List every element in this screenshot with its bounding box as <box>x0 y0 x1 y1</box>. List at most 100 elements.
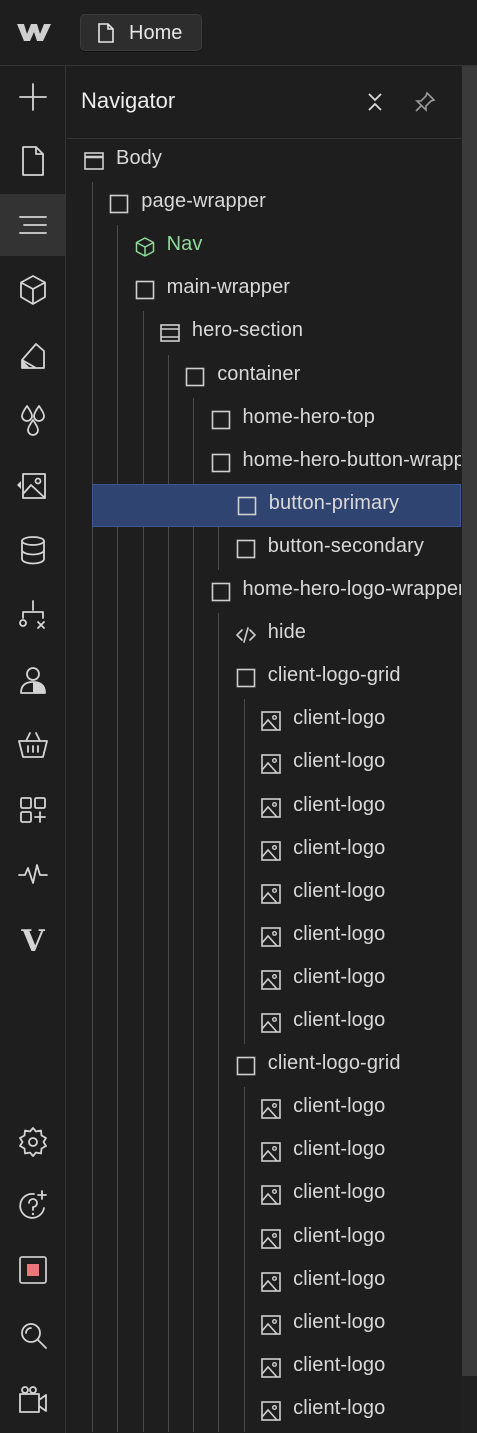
pin-icon[interactable] <box>413 90 437 114</box>
settings-button[interactable] <box>0 1110 66 1172</box>
image-icon <box>261 711 281 732</box>
record-button[interactable] <box>0 1239 66 1301</box>
tree-item-client-logo[interactable]: client-logo <box>67 1260 461 1303</box>
top-bar: Home <box>0 0 477 66</box>
component-icon <box>135 237 154 257</box>
image-icon <box>261 1142 281 1163</box>
audits-button[interactable] <box>0 843 66 905</box>
users-button[interactable] <box>0 649 66 711</box>
tree-item-label: client-logo <box>293 965 386 988</box>
style-selectors-button[interactable] <box>0 324 66 386</box>
tree-item-label: client-logo <box>293 922 386 945</box>
navigator-button[interactable] <box>0 194 66 256</box>
tree-item-client-logo-grid[interactable]: client-logo-grid <box>67 656 461 699</box>
div-icon <box>135 280 154 300</box>
tree-item-client-logo[interactable]: client-logo <box>67 1001 461 1044</box>
ecommerce-button[interactable] <box>0 714 66 776</box>
variables-button[interactable] <box>0 388 66 450</box>
tree-item-client-logo[interactable]: client-logo <box>67 699 461 742</box>
logic-button[interactable] <box>0 584 66 646</box>
tree-item-client-logo[interactable]: client-logo <box>67 958 461 1001</box>
tree-item-client-logo[interactable]: client-logo <box>67 742 461 785</box>
tree-item-label: button-secondary <box>267 534 424 557</box>
navigator-panel: Navigator Body page-wrapper Nav main-wrappe… <box>67 66 477 1433</box>
add-icon <box>19 83 47 111</box>
tree-item-client-logo[interactable]: client-logo <box>67 1346 461 1389</box>
tree-item-home-hero-top[interactable]: home-hero-top <box>67 398 461 441</box>
div-icon <box>211 582 230 602</box>
tree-item-main-wrapper[interactable]: main-wrapper <box>67 268 461 311</box>
div-icon <box>236 668 256 688</box>
tree-item-home-hero-logo-wrapper[interactable]: home-hero-logo-wrapper <box>67 570 461 613</box>
record-icon <box>19 1256 47 1284</box>
tree-item-client-logo[interactable]: client-logo <box>67 1173 461 1216</box>
help-button[interactable] <box>0 1174 66 1236</box>
cms-icon <box>21 536 45 565</box>
tree-item-client-logo[interactable]: client-logo <box>67 1389 461 1432</box>
tree-item-label: Body <box>116 147 162 169</box>
tree-item-client-logo[interactable]: client-logo <box>67 872 461 915</box>
tree-item-label: client-logo <box>293 1396 386 1419</box>
tree-item-hero-section[interactable]: hero-section <box>67 311 461 354</box>
tree-item-client-logo[interactable]: client-logo <box>67 1303 461 1346</box>
tree-item-label: container <box>217 362 301 385</box>
image-icon <box>261 926 281 947</box>
tree-item-home-hero-button-wrapper[interactable]: home-hero-button-wrapper <box>67 441 461 484</box>
variables-icon <box>21 405 45 436</box>
page-switcher-button[interactable]: Home <box>80 14 202 51</box>
v-app-button[interactable]: V <box>0 908 66 970</box>
image-icon <box>261 754 281 775</box>
video-icon <box>19 1386 47 1413</box>
collapse-icon[interactable] <box>363 90 387 114</box>
add-button[interactable] <box>0 66 66 128</box>
tree-item-client-logo[interactable]: client-logo <box>67 1217 461 1260</box>
assets-button[interactable] <box>0 454 66 516</box>
tree-item-label: client-logo <box>293 1095 386 1118</box>
tree-item-client-logo-grid[interactable]: client-logo-grid <box>67 1044 461 1087</box>
tree-item-button-secondary[interactable]: button-secondary <box>67 527 461 570</box>
tree-item-client-logo[interactable]: client-logo <box>67 915 461 958</box>
image-icon <box>261 970 281 990</box>
settings-icon <box>19 1127 47 1157</box>
page-icon <box>98 23 114 43</box>
div-icon <box>236 539 256 559</box>
image-icon <box>261 1271 281 1292</box>
components-button[interactable] <box>0 259 66 321</box>
tree-item-label: hero-section <box>191 319 304 342</box>
help-icon <box>19 1190 47 1219</box>
tree-item-client-logo[interactable]: client-logo <box>67 829 461 872</box>
tree-item-label: client-logo <box>293 750 386 773</box>
tree-item-button-primary[interactable]: button-primary <box>92 483 461 527</box>
tree-item-label: hide <box>267 621 307 644</box>
tree-item-label: Nav <box>166 233 203 256</box>
scrollbar-thumb[interactable] <box>462 66 477 1376</box>
pages-button[interactable] <box>0 130 66 192</box>
image-icon <box>261 797 281 818</box>
tree-item-label: client-logo <box>293 1138 386 1161</box>
navigator-icon <box>19 216 47 234</box>
tree-item-page-wrapper[interactable]: page-wrapper <box>67 182 461 225</box>
tree-item-client-logo[interactable]: client-logo <box>67 1130 461 1173</box>
tree-item-client-logo[interactable]: client-logo <box>67 786 461 829</box>
div-icon <box>109 194 129 214</box>
tree-item-container[interactable]: container <box>67 355 461 398</box>
audits-icon <box>18 864 48 884</box>
cms-button[interactable] <box>0 519 66 581</box>
tree-item-hide[interactable]: hide <box>67 613 461 656</box>
tree-item-label: home-hero-top <box>242 405 375 428</box>
assets-icon <box>17 473 46 499</box>
div-icon <box>211 410 230 429</box>
apps-button[interactable] <box>0 779 66 841</box>
tree-item-label: client-logo <box>293 879 386 902</box>
image-icon <box>261 1357 281 1378</box>
tree-item-Body[interactable]: Body <box>67 139 461 182</box>
tree-item-Nav[interactable]: Nav <box>67 225 461 268</box>
tree-item-client-logo[interactable]: client-logo <box>67 1087 461 1130</box>
image-icon <box>261 1185 281 1206</box>
section-icon <box>160 324 180 343</box>
search-button[interactable] <box>0 1304 66 1366</box>
video-button[interactable] <box>0 1369 66 1431</box>
users-icon <box>20 667 46 694</box>
style-selectors-icon <box>21 343 45 369</box>
webflow-logo-icon[interactable] <box>16 21 52 43</box>
